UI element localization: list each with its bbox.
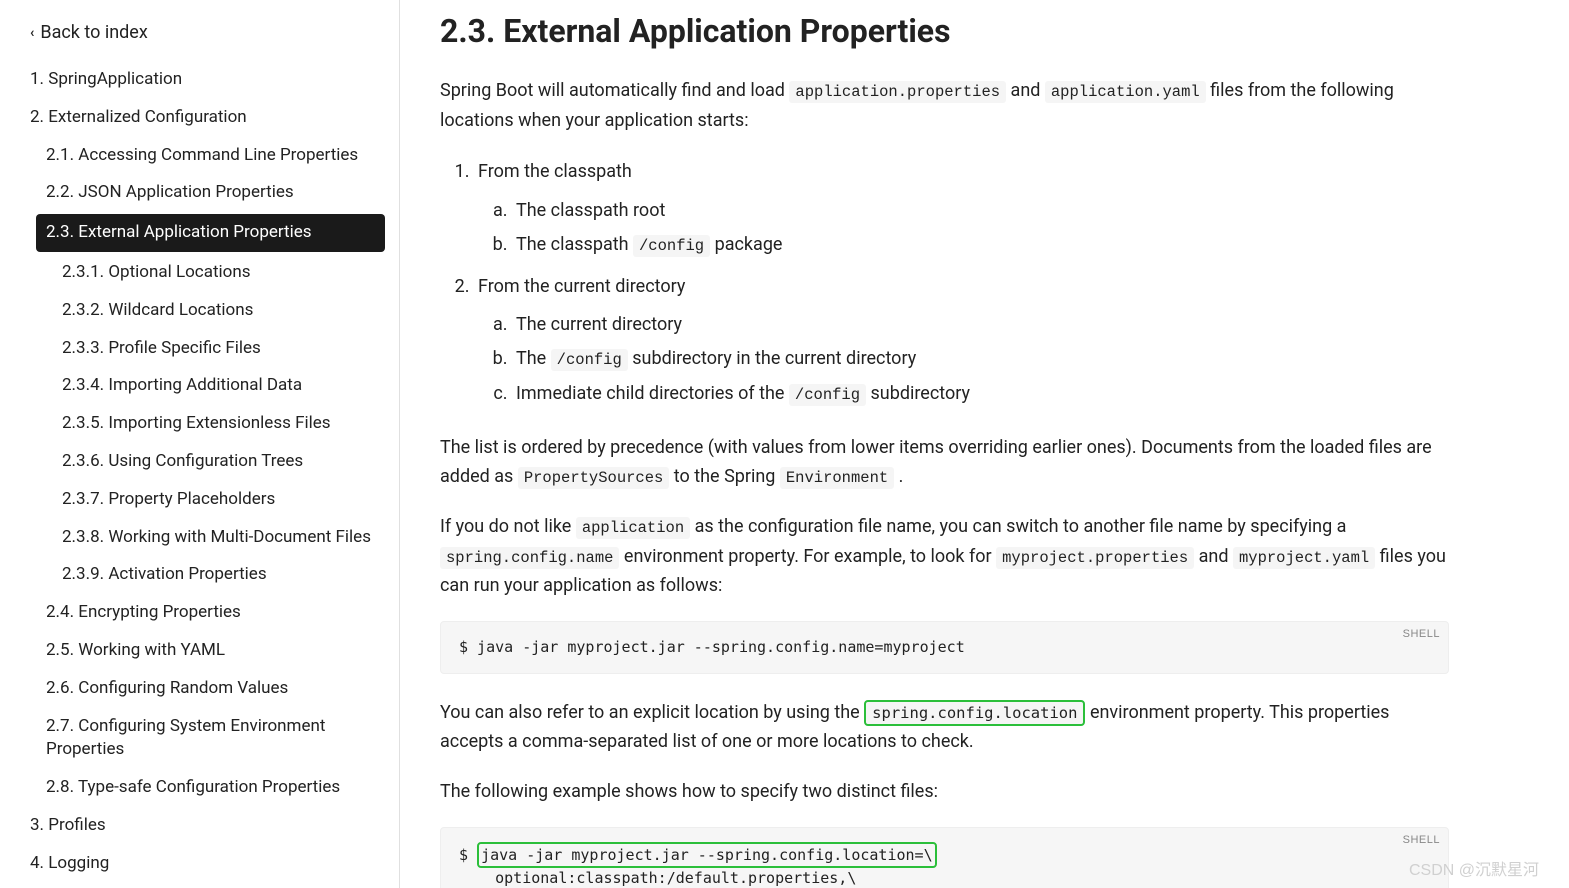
list-item: The /config subdirectory in the current … [512, 342, 1449, 376]
paragraph-precedence: The list is ordered by precedence (with … [440, 433, 1449, 492]
nav-item[interactable]: 2.7. Configuring System Environment Prop… [0, 708, 399, 770]
code-environment: Environment [780, 467, 894, 489]
code-config: /config [789, 384, 866, 406]
list-item: The current directory [512, 308, 1449, 342]
nav-item[interactable]: 2.5. Working with YAML [0, 632, 399, 670]
code-myproject-yaml: myproject.yaml [1233, 547, 1375, 569]
list-item: Immediate child directories of the /conf… [512, 377, 1449, 411]
nav-item[interactable]: 2.3.1. Optional Locations [0, 254, 399, 292]
chevron-left-icon: ‹ [30, 25, 34, 41]
nav-item[interactable]: 5. Internationalization [0, 883, 399, 888]
list-item: From the current directory The current d… [474, 270, 1449, 411]
list-item: The classpath root [512, 194, 1449, 228]
nav-item[interactable]: 2. Externalized Configuration [0, 99, 399, 137]
code-config: /config [633, 235, 710, 257]
list-item: From the classpath The classpath root Th… [474, 155, 1449, 262]
nav-item[interactable]: 2.2. JSON Application Properties [0, 174, 399, 212]
nav-item[interactable]: 2.3.7. Property Placeholders [0, 481, 399, 519]
highlighted-command: java -jar myproject.jar --spring.config.… [477, 842, 937, 869]
nav-item[interactable]: 1. SpringApplication [0, 61, 399, 99]
intro-paragraph: Spring Boot will automatically find and … [440, 76, 1449, 135]
code-spring-config-location-highlighted: spring.config.location [864, 700, 1085, 726]
code-myproject-properties: myproject.properties [996, 547, 1194, 569]
paragraph-example-intro: The following example shows how to speci… [440, 777, 1449, 807]
main-content: 2.3. External Application Properties Spr… [400, 0, 1569, 888]
nav-item[interactable]: 4. Logging [0, 845, 399, 883]
locations-list: From the classpath The classpath root Th… [474, 155, 1449, 410]
nav-item[interactable]: 2.6. Configuring Random Values [0, 670, 399, 708]
nav-item[interactable]: 2.1. Accessing Command Line Properties [0, 137, 399, 175]
nav-item[interactable]: 2.3.4. Importing Additional Data [0, 367, 399, 405]
lang-tag: SHELL [1403, 832, 1440, 849]
shell-codeblock-1[interactable]: SHELL$ java -jar myproject.jar --spring.… [440, 621, 1449, 674]
nav-item[interactable]: 3. Profiles [0, 807, 399, 845]
sidebar-nav: ‹ Back to index 1. SpringApplication2. E… [0, 0, 400, 888]
back-to-index-link[interactable]: ‹ Back to index [0, 14, 399, 61]
nav-item[interactable]: 2.3.5. Importing Extensionless Files [0, 405, 399, 443]
nav-item[interactable]: 2.3.8. Working with Multi-Document Files [0, 519, 399, 557]
code-propertysources: PropertySources [518, 467, 670, 489]
nav-item[interactable]: 2.3.2. Wildcard Locations [0, 292, 399, 330]
nav-item[interactable]: 2.3.9. Activation Properties [0, 556, 399, 594]
nav-item[interactable]: 2.3.3. Profile Specific Files [0, 330, 399, 368]
code-app-yaml: application.yaml [1045, 81, 1206, 103]
paragraph-config-name: If you do not like application as the co… [440, 512, 1449, 601]
back-label: Back to index [40, 22, 147, 43]
list-item: The classpath /config package [512, 228, 1449, 262]
code-application: application [576, 517, 690, 539]
code-spring-config-name: spring.config.name [440, 547, 619, 569]
code-config: /config [551, 349, 628, 371]
nav-item[interactable]: 2.3. External Application Properties [36, 214, 385, 252]
nav-item[interactable]: 2.4. Encrypting Properties [0, 594, 399, 632]
lang-tag: SHELL [1403, 626, 1440, 643]
page-title: 2.3. External Application Properties [440, 12, 1449, 50]
shell-codeblock-2[interactable]: SHELL$ java -jar myproject.jar --spring.… [440, 827, 1449, 888]
nav-item[interactable]: 2.8. Type-safe Configuration Properties [0, 769, 399, 807]
nav-item[interactable]: 2.3.6. Using Configuration Trees [0, 443, 399, 481]
paragraph-config-location: You can also refer to an explicit locati… [440, 698, 1449, 757]
code-app-properties: application.properties [789, 81, 1006, 103]
